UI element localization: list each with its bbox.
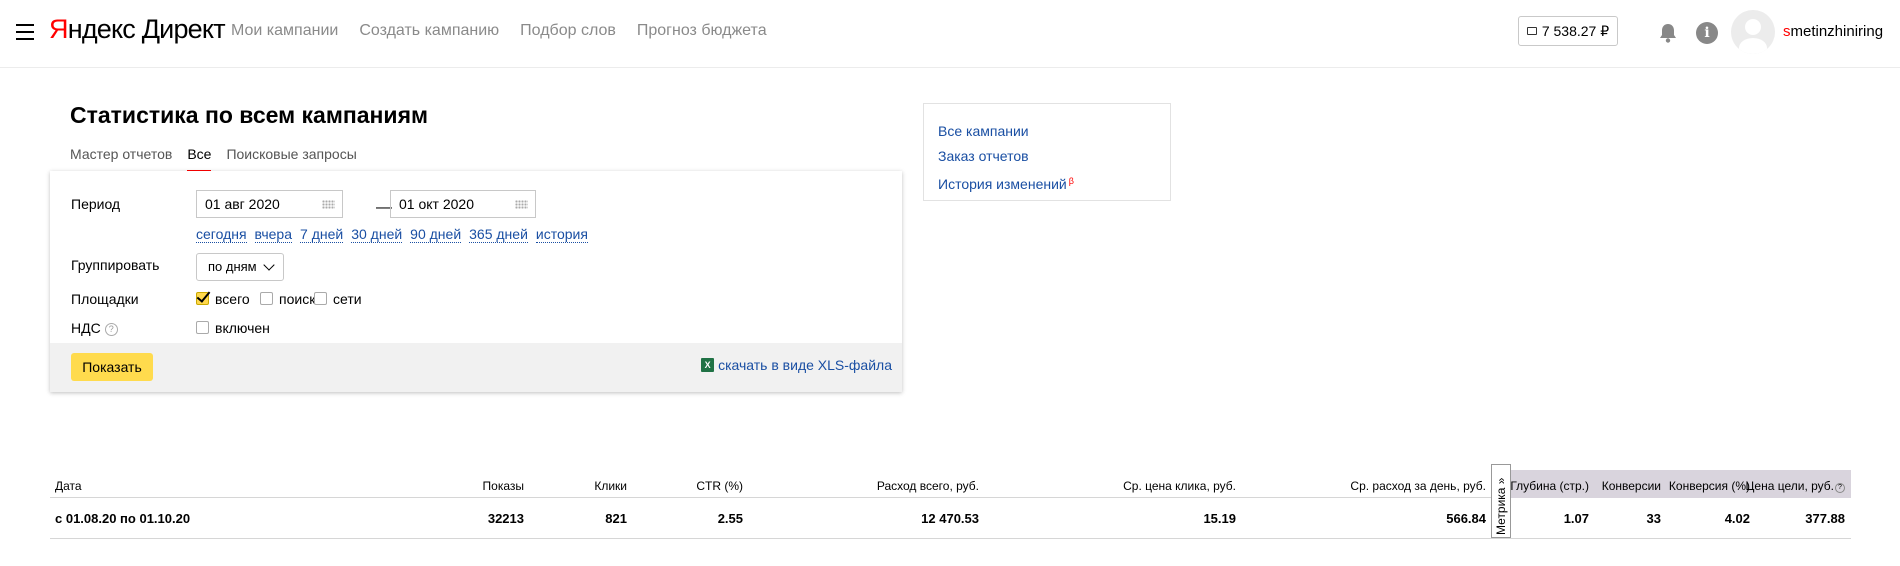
- col-ctr[interactable]: CTR (%): [696, 479, 743, 493]
- platforms-label: Площадки: [71, 291, 139, 307]
- balance-button[interactable]: 7 538.27 ₽: [1518, 16, 1618, 46]
- menu-icon[interactable]: [16, 24, 34, 40]
- download-xls-link[interactable]: X скачать в виде XLS-файла: [701, 357, 892, 373]
- tab-report-wizard[interactable]: Мастер отчетов: [70, 146, 172, 172]
- logo-letter: Я: [49, 14, 68, 44]
- username-first-letter: s: [1783, 23, 1791, 40]
- col-conversion-rate[interactable]: Конверсия (%): [1669, 479, 1750, 493]
- checkbox-all[interactable]: [196, 292, 209, 305]
- excel-icon: X: [701, 358, 715, 372]
- period-history[interactable]: история: [535, 226, 588, 243]
- table-row: с 01.08.20 по 01.10.20 32213 821 2.55 12…: [50, 498, 1851, 539]
- col-clicks[interactable]: Клики: [594, 479, 627, 493]
- user-silhouette-icon: [1739, 19, 1767, 54]
- nav-create-campaign[interactable]: Создать кампанию: [359, 22, 499, 40]
- cell-date: с 01.08.20 по 01.10.20: [55, 511, 191, 526]
- cell-conversions: 33: [1646, 511, 1661, 526]
- side-links: Все кампании Заказ отчетов История измен…: [923, 103, 1171, 201]
- group-select-value: по дням: [208, 259, 257, 274]
- calendar-icon[interactable]: [515, 200, 528, 209]
- chevron-down-icon: [263, 259, 275, 271]
- col-date[interactable]: Дата: [55, 479, 82, 493]
- date-from-value: 01 авг 2020: [205, 196, 280, 212]
- vat-label: НДС?: [71, 320, 118, 336]
- nav-word-selection[interactable]: Подбор слов: [520, 22, 616, 40]
- cell-impressions: 32213: [487, 511, 524, 526]
- period-365-days[interactable]: 365 дней: [469, 226, 528, 243]
- table-header: Дата Показы Клики CTR (%) Расход всего, …: [50, 470, 1851, 498]
- metrika-toggle-label: Метрика »: [1494, 477, 1508, 535]
- link-all-campaigns[interactable]: Все кампании: [938, 119, 1156, 144]
- date-from-input[interactable]: 01 авг 2020: [196, 190, 343, 218]
- date-to-value: 01 окт 2020: [399, 196, 474, 212]
- cell-ctr: 2.55: [717, 511, 743, 526]
- help-icon[interactable]: ?: [1835, 483, 1845, 493]
- col-goal-cost-text: Цена цели, руб.: [1745, 479, 1834, 493]
- show-button[interactable]: Показать: [71, 353, 153, 381]
- nav-budget-forecast[interactable]: Прогноз бюджета: [637, 22, 767, 40]
- info-icon[interactable]: i: [1696, 22, 1718, 44]
- vat-label-text: НДС: [71, 320, 101, 336]
- period-7-days[interactable]: 7 дней: [300, 226, 344, 243]
- checkbox-networks-label[interactable]: сети: [333, 291, 362, 307]
- period-today[interactable]: сегодня: [196, 226, 247, 243]
- tab-search-queries[interactable]: Поисковые запросы: [226, 146, 356, 172]
- tab-all[interactable]: Все: [187, 146, 212, 172]
- col-goal-cost[interactable]: Цена цели, руб.?: [1746, 479, 1845, 493]
- help-icon[interactable]: ?: [104, 323, 118, 336]
- col-avg-daily-spend[interactable]: Ср. расход за день, руб.: [1350, 479, 1486, 493]
- username[interactable]: smetinzhiniring: [1783, 23, 1883, 40]
- period-yesterday[interactable]: вчера: [254, 226, 293, 243]
- checkbox-all-label[interactable]: всего: [215, 291, 250, 307]
- checkbox-vat-label[interactable]: включен: [215, 320, 270, 336]
- group-select[interactable]: по дням: [196, 253, 284, 281]
- cell-goal-cost: 377.88: [1805, 511, 1845, 526]
- beta-badge: β: [1068, 176, 1074, 186]
- stats-form: Период 01 авг 2020 — 01 окт 2020 сегодня…: [50, 171, 902, 392]
- link-order-reports[interactable]: Заказ отчетов: [938, 144, 1156, 169]
- col-spend-total[interactable]: Расход всего, руб.: [877, 479, 979, 493]
- cell-avg-daily-spend: 566.84: [1446, 511, 1486, 526]
- main-nav: Мои кампании Создать кампанию Подбор сло…: [231, 22, 767, 40]
- logo[interactable]: Яндекс Директ: [49, 14, 226, 45]
- period-30-days[interactable]: 30 дней: [351, 226, 403, 243]
- col-depth[interactable]: Глубина (стр.): [1510, 479, 1589, 493]
- period-label: Период: [71, 196, 121, 212]
- cell-conversion-rate: 4.02: [1724, 511, 1750, 526]
- metrika-toggle[interactable]: Метрика »: [1491, 464, 1511, 538]
- date-to-input[interactable]: 01 окт 2020: [390, 190, 536, 218]
- page-title: Статистика по всем кампаниям: [70, 102, 429, 128]
- report-tabs: Мастер отчетов Все Поисковые запросы: [70, 146, 357, 172]
- form-footer: Показать X скачать в виде XLS-файла: [50, 343, 902, 392]
- cell-avg-cpc: 15.19: [1203, 511, 1236, 526]
- group-label: Группировать: [71, 257, 160, 273]
- col-conversions[interactable]: Конверсии: [1602, 479, 1661, 493]
- checkbox-search-label[interactable]: поиск: [279, 291, 315, 307]
- username-rest: metinzhiniring: [1790, 23, 1884, 40]
- cell-depth: 1.07: [1563, 511, 1589, 526]
- checkbox-networks[interactable]: [314, 292, 327, 305]
- wallet-icon: [1526, 27, 1537, 35]
- link-change-history[interactable]: История изменений β: [938, 169, 1156, 197]
- checkbox-search[interactable]: [260, 292, 273, 305]
- download-xls-text: скачать в виде XLS-файла: [718, 357, 892, 373]
- bell-icon[interactable]: [1657, 22, 1679, 44]
- cell-clicks: 821: [605, 511, 627, 526]
- balance-value: 7 538.27 ₽: [1541, 22, 1610, 39]
- col-avg-cpc[interactable]: Ср. цена клика, руб.: [1123, 479, 1236, 493]
- period-90-days[interactable]: 90 дней: [410, 226, 462, 243]
- cell-spend-total: 12 470.53: [921, 511, 979, 526]
- link-change-history-text: История изменений: [938, 176, 1067, 192]
- col-impressions[interactable]: Показы: [483, 479, 524, 493]
- checkbox-vat[interactable]: [196, 321, 209, 334]
- logo-text: ндекс Директ: [67, 14, 226, 44]
- stats-table: Дата Показы Клики CTR (%) Расход всего, …: [50, 464, 1851, 539]
- top-header: Яндекс Директ Мои кампании Создать кампа…: [0, 0, 1900, 68]
- nav-my-campaigns[interactable]: Мои кампании: [231, 22, 338, 40]
- quick-period-links: сегодня вчера 7 дней 30 дней 90 дней 365…: [196, 226, 588, 243]
- avatar[interactable]: [1731, 10, 1775, 54]
- calendar-icon[interactable]: [322, 200, 335, 209]
